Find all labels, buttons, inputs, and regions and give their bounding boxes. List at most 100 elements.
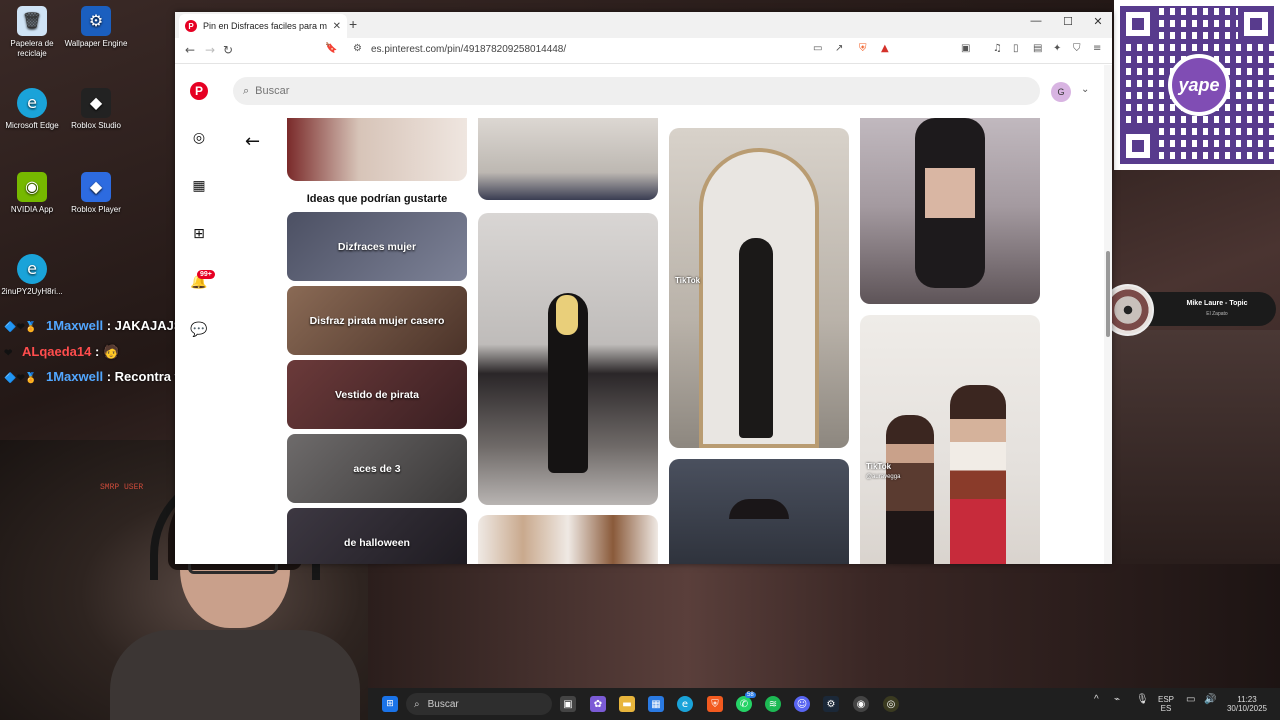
brave-rewards-icon[interactable]: ▲	[881, 43, 889, 54]
pinterest-page: P ◎ ▦ ⊞ 🔔 99+ 💬 ⌕ G ⌄ ← Ideas que podría…	[175, 65, 1112, 564]
share-icon[interactable]: ↗	[835, 43, 843, 54]
pin-card[interactable]	[478, 118, 658, 200]
tabs-icon[interactable]: ▣	[961, 43, 970, 54]
language-indicator[interactable]: ESP ES	[1158, 695, 1174, 713]
roblox-player-icon: ◆	[81, 172, 111, 202]
chat-badges-icon: 🔷❤🏅	[4, 373, 38, 384]
recycle-bin-icon: 🗑	[17, 6, 47, 36]
menu-icon[interactable]: ≡	[1093, 43, 1101, 54]
desktop-icon-edge-shortcut[interactable]: e 2inuPY2UyH8ri...	[0, 254, 67, 297]
forward-button[interactable]: →	[205, 43, 215, 57]
qr-code: yape	[1114, 0, 1280, 170]
media-icon[interactable]: ♫	[993, 43, 1002, 54]
wallet-icon[interactable]: ▤	[1033, 43, 1042, 54]
maximize-button[interactable]: ☐	[1053, 15, 1083, 28]
leo-ai-icon[interactable]: ✦	[1053, 43, 1061, 54]
clock[interactable]: 11:23 30/10/2025	[1222, 695, 1272, 713]
pin-card[interactable]: TikTok	[669, 128, 849, 448]
page-scrollbar[interactable]	[1104, 65, 1112, 564]
now-playing-title: Mike Laure - Topic	[1186, 300, 1248, 307]
pin-card[interactable]: TikTok @auravegga	[860, 315, 1040, 564]
chevron-down-icon[interactable]: ⌄	[1081, 84, 1089, 95]
display-icon[interactable]: ▭	[1186, 695, 1195, 705]
vpn-icon[interactable]: ⛉	[1073, 43, 1081, 54]
windows-start-icon[interactable]: ⊞	[382, 696, 398, 712]
search-bar[interactable]: ⌕	[233, 77, 1040, 105]
taskbar: ⊞ ⌕ Buscar ▣ ✿ ▬ ▦ e ⛨ ✆ 58 ≋ ☺ ⚙ ◉ ◎ ^ …	[368, 688, 1280, 720]
task-view-icon[interactable]: ▣	[560, 696, 576, 712]
minimize-button[interactable]: —	[1021, 15, 1051, 27]
pin-card[interactable]	[669, 459, 849, 564]
notification-badge: 58	[745, 692, 756, 698]
pin-card[interactable]	[478, 213, 658, 505]
webcam-overlay-text: SMRP USER	[100, 483, 144, 492]
obs-icon[interactable]: ◉	[853, 696, 869, 712]
desktop-icon-roblox-player[interactable]: ◆ Roblox Player	[61, 172, 131, 215]
edge-icon[interactable]: e	[677, 696, 693, 712]
spotify-icon[interactable]: ≋	[765, 696, 781, 712]
search-input[interactable]	[255, 85, 556, 97]
cast-icon[interactable]: ▭	[813, 43, 822, 54]
taskbar-search[interactable]: ⌕ Buscar	[406, 693, 552, 715]
brave-shield-icon[interactable]: ⛨	[859, 43, 867, 54]
chat-badges-icon: 🔷❤🏅	[4, 322, 38, 333]
tab-strip: P Pin en Disfraces faciles para muj ✕ + …	[175, 12, 1112, 38]
wallpaper-art	[368, 564, 1280, 688]
avatar[interactable]: G	[1051, 82, 1071, 102]
reload-button[interactable]: ↻	[223, 43, 233, 57]
close-window-button[interactable]: ✕	[1083, 15, 1112, 28]
idea-card[interactable]: de halloween	[287, 508, 467, 564]
brave-icon[interactable]: ⛨	[707, 696, 723, 712]
wallpaper-engine-icon: ⚙	[81, 6, 111, 36]
idea-card[interactable]: Vestido de pirata	[287, 360, 467, 429]
copilot-icon[interactable]: ✿	[590, 696, 606, 712]
now-playing-artist: El Zapato	[1206, 311, 1228, 317]
edge-shortcut-icon: e	[17, 254, 47, 284]
file-explorer-icon[interactable]: ▬	[619, 696, 635, 712]
desktop-icon-wallpaper-engine[interactable]: ⚙ Wallpaper Engine	[61, 6, 131, 49]
roblox-studio-icon: ◆	[81, 88, 111, 118]
pin-card[interactable]	[860, 118, 1040, 304]
chat-username: 1Maxwell	[46, 318, 104, 333]
chat-message: 🧑	[102, 344, 120, 359]
nvidia-icon: ◉	[17, 172, 47, 202]
browser-toolbar: ← → ↻ 🔖 ⚙ es.pinterest.com/pin/491878209…	[175, 38, 1112, 64]
tiktok-watermark: TikTok	[866, 462, 892, 471]
chat-username: 1Maxwell	[46, 369, 104, 384]
microsoft-store-icon[interactable]: ▦	[648, 696, 664, 712]
discord-icon[interactable]: ☺	[794, 696, 810, 712]
microphone-icon[interactable]: 🎙	[1136, 695, 1149, 705]
back-button[interactable]: ←	[185, 43, 195, 57]
pin-card[interactable]	[478, 515, 658, 564]
tab-close-icon[interactable]: ✕	[333, 21, 341, 32]
idea-card[interactable]: aces de 3	[287, 434, 467, 503]
chevron-up-icon[interactable]: ^	[1094, 695, 1099, 705]
site-info-icon[interactable]: ⚙	[353, 43, 362, 54]
scrollbar-thumb[interactable]	[1106, 251, 1110, 337]
new-tab-button[interactable]: +	[349, 16, 357, 32]
pinterest-logo-icon[interactable]: P	[190, 82, 208, 100]
idea-card[interactable]: Disfraz pirata mujer casero	[287, 286, 467, 355]
now-playing-widget: Mike Laure - Topic El Zapato	[1102, 284, 1276, 336]
pin-feed: Ideas que podrían gustarte Dizfraces muj…	[175, 118, 1112, 564]
app-icon[interactable]: ◎	[883, 696, 899, 712]
search-icon: ⌕	[243, 84, 250, 97]
volume-icon[interactable]: 🔊	[1204, 695, 1216, 705]
desktop-icon-nvidia[interactable]: ◉ NVIDIA App	[0, 172, 67, 215]
browser-window: P Pin en Disfraces faciles para muj ✕ + …	[175, 12, 1112, 564]
desktop-icon-roblox-studio[interactable]: ◆ Roblox Studio	[61, 88, 131, 131]
wallpaper-art-right	[1112, 330, 1280, 564]
bookmark-icon[interactable]: 🔖	[325, 43, 337, 54]
steam-icon[interactable]: ⚙	[823, 696, 839, 712]
pin-card[interactable]	[287, 118, 467, 181]
whatsapp-icon[interactable]: ✆	[736, 696, 752, 712]
chat-username: ALqaeda14	[22, 344, 92, 359]
tab-pinterest[interactable]: P Pin en Disfraces faciles para muj ✕	[179, 14, 347, 38]
sidebar-icon[interactable]: ▯	[1013, 43, 1019, 54]
chat-badges-icon: ❤	[4, 348, 13, 359]
idea-card[interactable]: Dizfraces mujer	[287, 212, 467, 281]
desktop-icon-edge[interactable]: e Microsoft Edge	[0, 88, 67, 131]
wifi-off-icon[interactable]: ⌁	[1114, 695, 1120, 705]
desktop-icon-recycle-bin[interactable]: 🗑 Papelera de reciclaje	[0, 6, 67, 59]
address-bar[interactable]: es.pinterest.com/pin/491878209258014448/	[371, 44, 566, 55]
